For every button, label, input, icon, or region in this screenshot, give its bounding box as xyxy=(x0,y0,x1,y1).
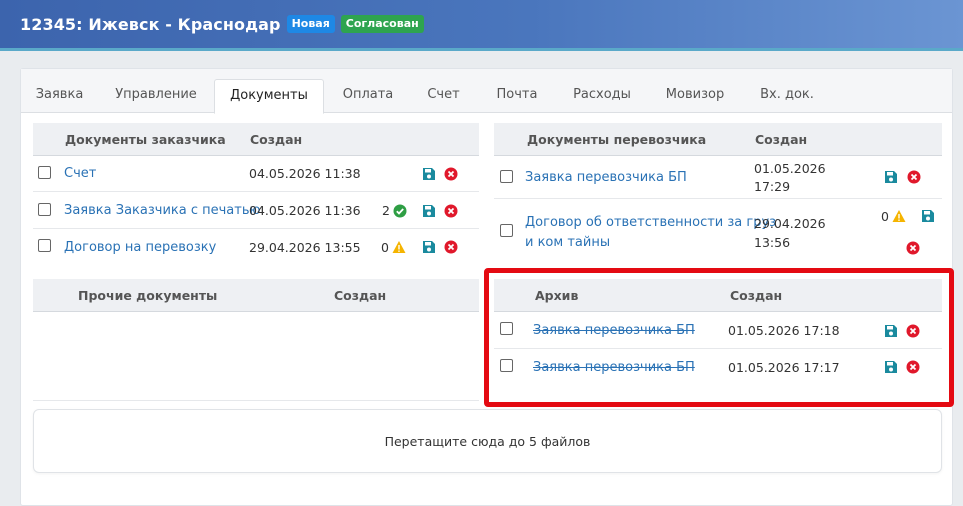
delete-icon[interactable] xyxy=(907,170,921,184)
warning-icon xyxy=(892,210,906,222)
tab-expenses[interactable]: Расходы xyxy=(568,79,636,113)
carrier-docs-header: Документы перевозчика Создан xyxy=(494,123,942,156)
document-link-line2[interactable]: и ком тайны xyxy=(525,235,610,250)
document-link[interactable]: Заявка перевозчика БП xyxy=(525,170,687,185)
tab-invoice[interactable]: Счет xyxy=(421,79,466,113)
table-row: Заявка Заказчика с печатью 04.05.2026 11… xyxy=(33,192,479,229)
delete-icon[interactable] xyxy=(444,204,458,218)
carrier-docs-col-created: Создан xyxy=(755,132,808,147)
check-circle-icon xyxy=(393,204,407,218)
status-badge-approved: Согласован xyxy=(340,15,424,33)
customer-docs-col-name: Документы заказчика xyxy=(65,132,226,147)
row-checkbox[interactable] xyxy=(38,239,51,252)
row-checkbox[interactable] xyxy=(500,224,513,237)
other-docs-col-created: Создан xyxy=(334,288,387,303)
created-time: 17:29 xyxy=(754,179,791,194)
delete-icon[interactable] xyxy=(444,240,458,254)
save-icon[interactable] xyxy=(422,204,436,218)
tab-documents[interactable]: Документы xyxy=(214,79,324,114)
save-icon[interactable] xyxy=(422,167,436,181)
row-checkbox[interactable] xyxy=(500,170,513,183)
other-docs-table: Прочие документы Создан xyxy=(33,279,479,401)
document-link[interactable]: Договор об ответственности за груз xyxy=(525,215,776,230)
status-badge-new: Новая xyxy=(286,15,335,33)
table-row: Заявка перевозчика БП 01.05.2026 17:29 xyxy=(494,156,942,199)
signature-count: 0 xyxy=(881,209,889,224)
table-row: Договор на перевозку 29.04.2026 13:55 0 xyxy=(33,229,479,264)
file-dropzone[interactable]: Перетащите сюда до 5 файлов xyxy=(33,409,942,473)
tab-management[interactable]: Управление xyxy=(111,79,201,113)
page-title: 12345: Ижевск - Краснодар xyxy=(20,14,281,34)
tab-bar: Заявка Управление Документы Оплата Счет … xyxy=(21,69,952,114)
created-date: 29.04.2026 xyxy=(754,216,826,231)
tab-mail[interactable]: Почта xyxy=(491,79,543,113)
customer-docs-header: Документы заказчика Создан xyxy=(33,123,479,156)
row-checkbox[interactable] xyxy=(38,203,51,216)
created-time: 13:56 xyxy=(754,235,791,250)
delete-icon[interactable] xyxy=(444,167,458,181)
carrier-docs-table: Документы перевозчика Создан Заявка пере… xyxy=(494,123,942,268)
created-date: 29.04.2026 13:55 xyxy=(249,240,361,255)
tab-request[interactable]: Заявка xyxy=(29,79,90,113)
table-row: Счет 04.05.2026 11:38 xyxy=(33,156,479,192)
tab-incoming-docs[interactable]: Вх. док. xyxy=(758,79,816,113)
warning-icon xyxy=(392,241,406,253)
save-icon[interactable] xyxy=(422,240,436,254)
other-docs-header: Прочие документы Создан xyxy=(33,279,479,312)
table-row: Договор об ответственности за груз и ком… xyxy=(494,199,942,268)
signature-count: 2 xyxy=(382,203,390,218)
tab-payment[interactable]: Оплата xyxy=(338,79,398,113)
delete-icon[interactable] xyxy=(906,241,920,255)
created-date: 04.05.2026 11:38 xyxy=(249,166,361,181)
save-icon[interactable] xyxy=(921,209,935,223)
other-docs-col-name: Прочие документы xyxy=(78,288,218,303)
save-icon[interactable] xyxy=(884,170,898,184)
customer-docs-table: Документы заказчика Создан Счет 04.05.20… xyxy=(33,123,479,263)
page-header: 12345: Ижевск - Краснодар Новая Согласов… xyxy=(0,0,963,51)
carrier-docs-col-name: Документы перевозчика xyxy=(527,132,707,147)
document-link[interactable]: Счет xyxy=(64,166,96,181)
document-link[interactable]: Заявка Заказчика с печатью xyxy=(64,203,260,218)
created-date: 04.05.2026 11:36 xyxy=(249,203,361,218)
created-date: 01.05.2026 xyxy=(754,161,826,176)
row-checkbox[interactable] xyxy=(38,166,51,179)
tab-movizor[interactable]: Мовизор xyxy=(662,79,728,113)
signature-count: 0 xyxy=(381,240,389,255)
archive-highlight-frame xyxy=(484,268,954,407)
customer-docs-col-created: Создан xyxy=(250,132,303,147)
document-link[interactable]: Договор на перевозку xyxy=(64,240,216,255)
